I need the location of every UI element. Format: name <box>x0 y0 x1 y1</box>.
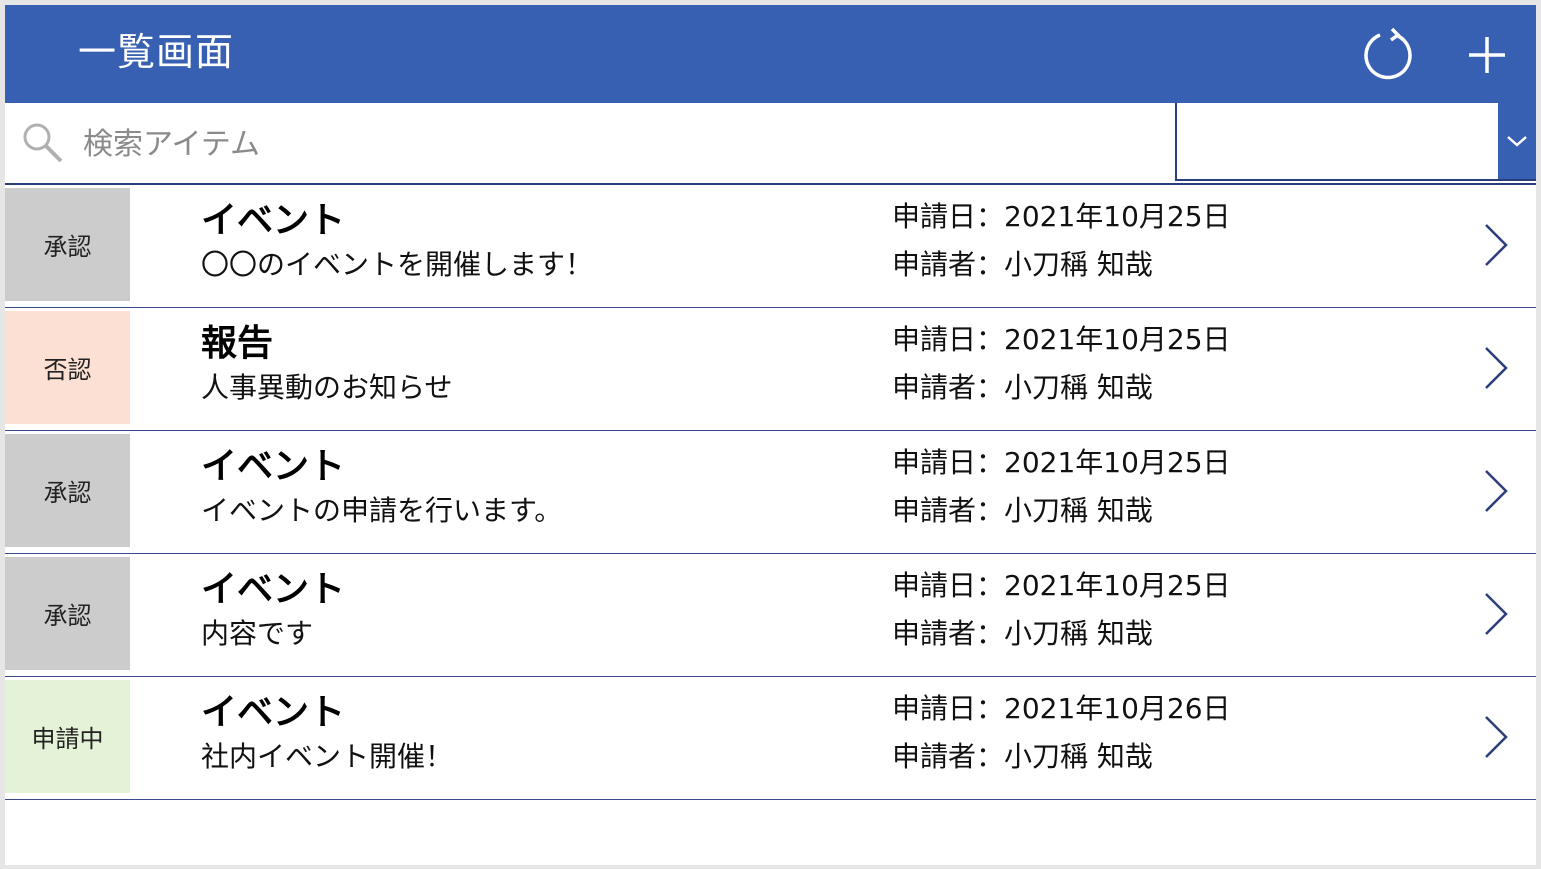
item-date: 申請日：2021年10月26日 <box>892 692 1231 725</box>
item-subtitle: イベントの申請を行います。 <box>201 494 563 527</box>
item-subtitle: 内容です <box>201 617 314 650</box>
status-badge: 申請中 <box>5 680 130 793</box>
item-applicant: 申請者：小刀稱 知哉 <box>892 494 1153 527</box>
item-subtitle: 〇〇のイベントを開催します！ <box>201 248 594 281</box>
item-date: 申請日：2021年10月25日 <box>892 446 1231 479</box>
status-badge: 承認 <box>5 434 130 547</box>
list-item[interactable]: 承認 イベント 内容です 申請日：2021年10月25日 申請者：小刀稱 知哉 <box>5 554 1536 677</box>
item-title: イベント <box>201 569 346 610</box>
item-date: 申請日：2021年10月25日 <box>892 200 1231 233</box>
app-frame: 一覧画面 検索アイテム 承認 イベント 〇〇のイベントを開催します！ 申請日：2… <box>5 5 1536 865</box>
item-date: 申請日：2021年10月25日 <box>892 569 1231 602</box>
item-title: イベント <box>201 692 346 733</box>
chevron-right-icon[interactable] <box>1480 344 1510 392</box>
list-item[interactable]: 承認 イベント 〇〇のイベントを開催します！ 申請日：2021年10月25日 申… <box>5 185 1536 308</box>
item-title: 報告 <box>201 323 274 364</box>
chevron-down-icon[interactable] <box>1498 103 1536 179</box>
header-bar: 一覧画面 <box>5 5 1536 103</box>
item-applicant: 申請者：小刀稱 知哉 <box>892 617 1153 650</box>
search-input[interactable] <box>81 121 1145 167</box>
status-badge: 否認 <box>5 311 130 424</box>
add-icon[interactable] <box>1457 25 1517 85</box>
item-applicant: 申請者：小刀稱 知哉 <box>892 740 1153 773</box>
item-applicant: 申請者：小刀稱 知哉 <box>892 371 1153 404</box>
status-badge: 承認 <box>5 557 130 670</box>
item-title: イベント <box>201 446 346 487</box>
list-item[interactable]: 承認 イベント イベントの申請を行います。 申請日：2021年10月25日 申請… <box>5 431 1536 554</box>
item-applicant: 申請者：小刀稱 知哉 <box>892 248 1153 281</box>
request-list: 承認 イベント 〇〇のイベントを開催します！ 申請日：2021年10月25日 申… <box>5 185 1536 800</box>
item-date: 申請日：2021年10月25日 <box>892 323 1231 356</box>
list-item[interactable]: 申請中 イベント 社内イベント開催！ 申請日：2021年10月26日 申請者：小… <box>5 677 1536 800</box>
page-title: 一覧画面 <box>78 30 235 74</box>
item-title: イベント <box>201 200 346 241</box>
item-subtitle: 社内イベント開催！ <box>201 740 454 773</box>
chevron-right-icon[interactable] <box>1480 713 1510 761</box>
chevron-right-icon[interactable] <box>1480 221 1510 269</box>
chevron-right-icon[interactable] <box>1480 467 1510 515</box>
filter-dropdown[interactable] <box>1175 103 1536 181</box>
search-bar <box>5 103 1536 185</box>
item-subtitle: 人事異動のお知らせ <box>201 371 453 404</box>
list-item[interactable]: 否認 報告 人事異動のお知らせ 申請日：2021年10月25日 申請者：小刀稱 … <box>5 308 1536 431</box>
refresh-icon[interactable] <box>1358 25 1418 85</box>
chevron-right-icon[interactable] <box>1480 590 1510 638</box>
status-badge: 承認 <box>5 188 130 301</box>
search-icon <box>21 121 65 165</box>
